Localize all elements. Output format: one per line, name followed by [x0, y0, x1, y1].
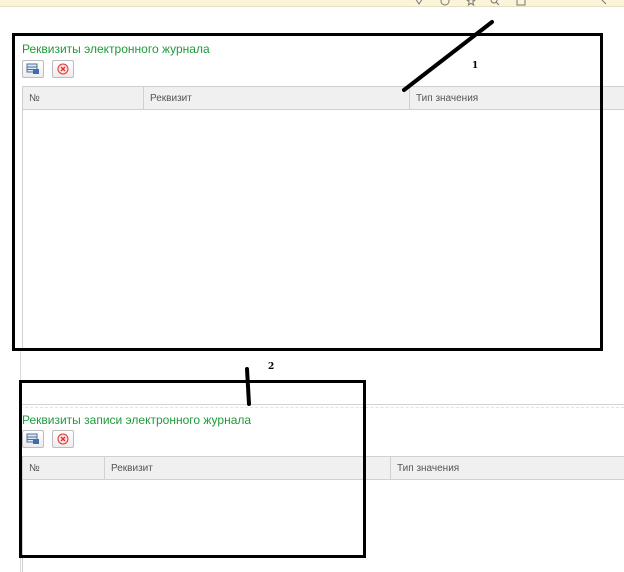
annotation-label-2: 2	[268, 362, 275, 372]
annotation-pointer-2	[245, 367, 251, 406]
annotation-pointer-1	[402, 20, 494, 92]
annotation-label-1: 1	[472, 61, 479, 71]
annotation-pointer-lines	[245, 20, 494, 406]
